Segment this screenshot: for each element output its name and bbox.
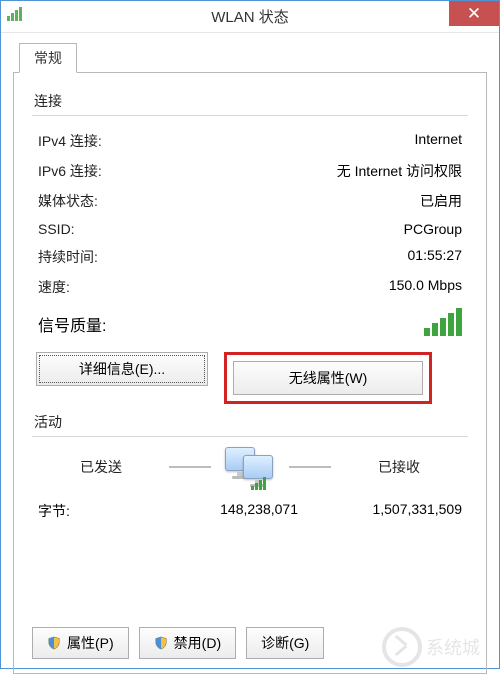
client-area: 常规 连接 IPv4 连接: Internet IPv6 连接: 无 Inter… <box>1 33 499 686</box>
dash-left <box>169 466 211 468</box>
divider <box>32 115 468 116</box>
ssid-value: PCGroup <box>404 221 462 237</box>
tab-general[interactable]: 常规 <box>19 43 77 73</box>
media-value: 已启用 <box>420 191 462 211</box>
details-button[interactable]: 详细信息(E)... <box>36 352 208 386</box>
tab-strip: 常规 <box>19 43 487 73</box>
details-button-label: 详细信息(E)... <box>79 359 165 379</box>
connection-header: 连接 <box>34 91 468 111</box>
ipv4-row: IPv4 连接: Internet <box>32 126 468 156</box>
ipv6-row: IPv6 连接: 无 Internet 访问权限 <box>32 156 468 186</box>
ipv4-value: Internet <box>415 131 462 151</box>
ssid-row: SSID: PCGroup <box>32 216 468 242</box>
bottom-buttons: 属性(P) 禁用(D) 诊断(G) <box>32 627 324 659</box>
wireless-button-label: 无线属性(W) <box>289 368 368 388</box>
sent-label: 已发送 <box>47 457 155 477</box>
disable-button[interactable]: 禁用(D) <box>139 627 236 659</box>
duration-label: 持续时间: <box>38 247 98 267</box>
network-monitors-icon <box>225 447 275 487</box>
titlebar: WLAN 状态 ✕ <box>1 1 499 33</box>
activity-header: 活动 <box>34 412 468 432</box>
ipv4-label: IPv4 连接: <box>38 131 102 151</box>
media-label: 媒体状态: <box>38 191 98 211</box>
properties-button[interactable]: 属性(P) <box>32 627 129 659</box>
dash-right <box>289 466 331 468</box>
speed-value: 150.0 Mbps <box>389 277 462 297</box>
duration-row: 持续时间: 01:55:27 <box>32 242 468 272</box>
watermark: 系统城 <box>382 627 480 667</box>
shield-icon <box>154 636 168 650</box>
bytes-sent: 148,238,071 <box>138 501 298 521</box>
shield-icon <box>47 636 61 650</box>
activity-section: 活动 已发送 已接收 字节: 148,238,071 <box>32 412 468 529</box>
connection-buttons: 详细信息(E)... 无线属性(W) <box>36 352 464 404</box>
ssid-label: SSID: <box>38 221 75 237</box>
signal-icon <box>7 7 22 21</box>
properties-button-label: 属性(P) <box>67 633 114 653</box>
bytes-received: 1,507,331,509 <box>338 501 462 521</box>
media-row: 媒体状态: 已启用 <box>32 186 468 216</box>
signal-label: 信号质量: <box>38 312 106 336</box>
ipv6-value: 无 Internet 访问权限 <box>337 161 462 181</box>
wireless-button-highlight: 无线属性(W) <box>224 352 432 404</box>
disable-button-label: 禁用(D) <box>174 633 221 653</box>
received-label: 已接收 <box>345 457 453 477</box>
activity-graphic: 已发送 已接收 <box>32 447 468 487</box>
bytes-label: 字节: <box>38 501 138 521</box>
bytes-row: 字节: 148,238,071 1,507,331,509 <box>32 493 468 529</box>
diagnose-button-label: 诊断(G) <box>261 633 309 653</box>
duration-value: 01:55:27 <box>408 247 463 267</box>
ipv6-label: IPv6 连接: <box>38 161 102 181</box>
diagnose-button[interactable]: 诊断(G) <box>246 627 324 659</box>
wlan-status-window: WLAN 状态 ✕ 常规 连接 IPv4 连接: Internet IPv6 连… <box>0 0 500 669</box>
wireless-properties-button[interactable]: 无线属性(W) <box>233 361 423 395</box>
watermark-text: 系统城 <box>426 634 480 660</box>
signal-row: 信号质量: <box>32 302 468 338</box>
speed-row: 速度: 150.0 Mbps <box>32 272 468 302</box>
divider <box>32 436 468 437</box>
signal-strength-icon <box>424 308 462 336</box>
watermark-icon <box>382 627 422 667</box>
close-button[interactable]: ✕ <box>449 1 499 26</box>
window-title: WLAN 状态 <box>211 6 289 27</box>
speed-label: 速度: <box>38 277 70 297</box>
general-panel: 连接 IPv4 连接: Internet IPv6 连接: 无 Internet… <box>13 72 487 674</box>
